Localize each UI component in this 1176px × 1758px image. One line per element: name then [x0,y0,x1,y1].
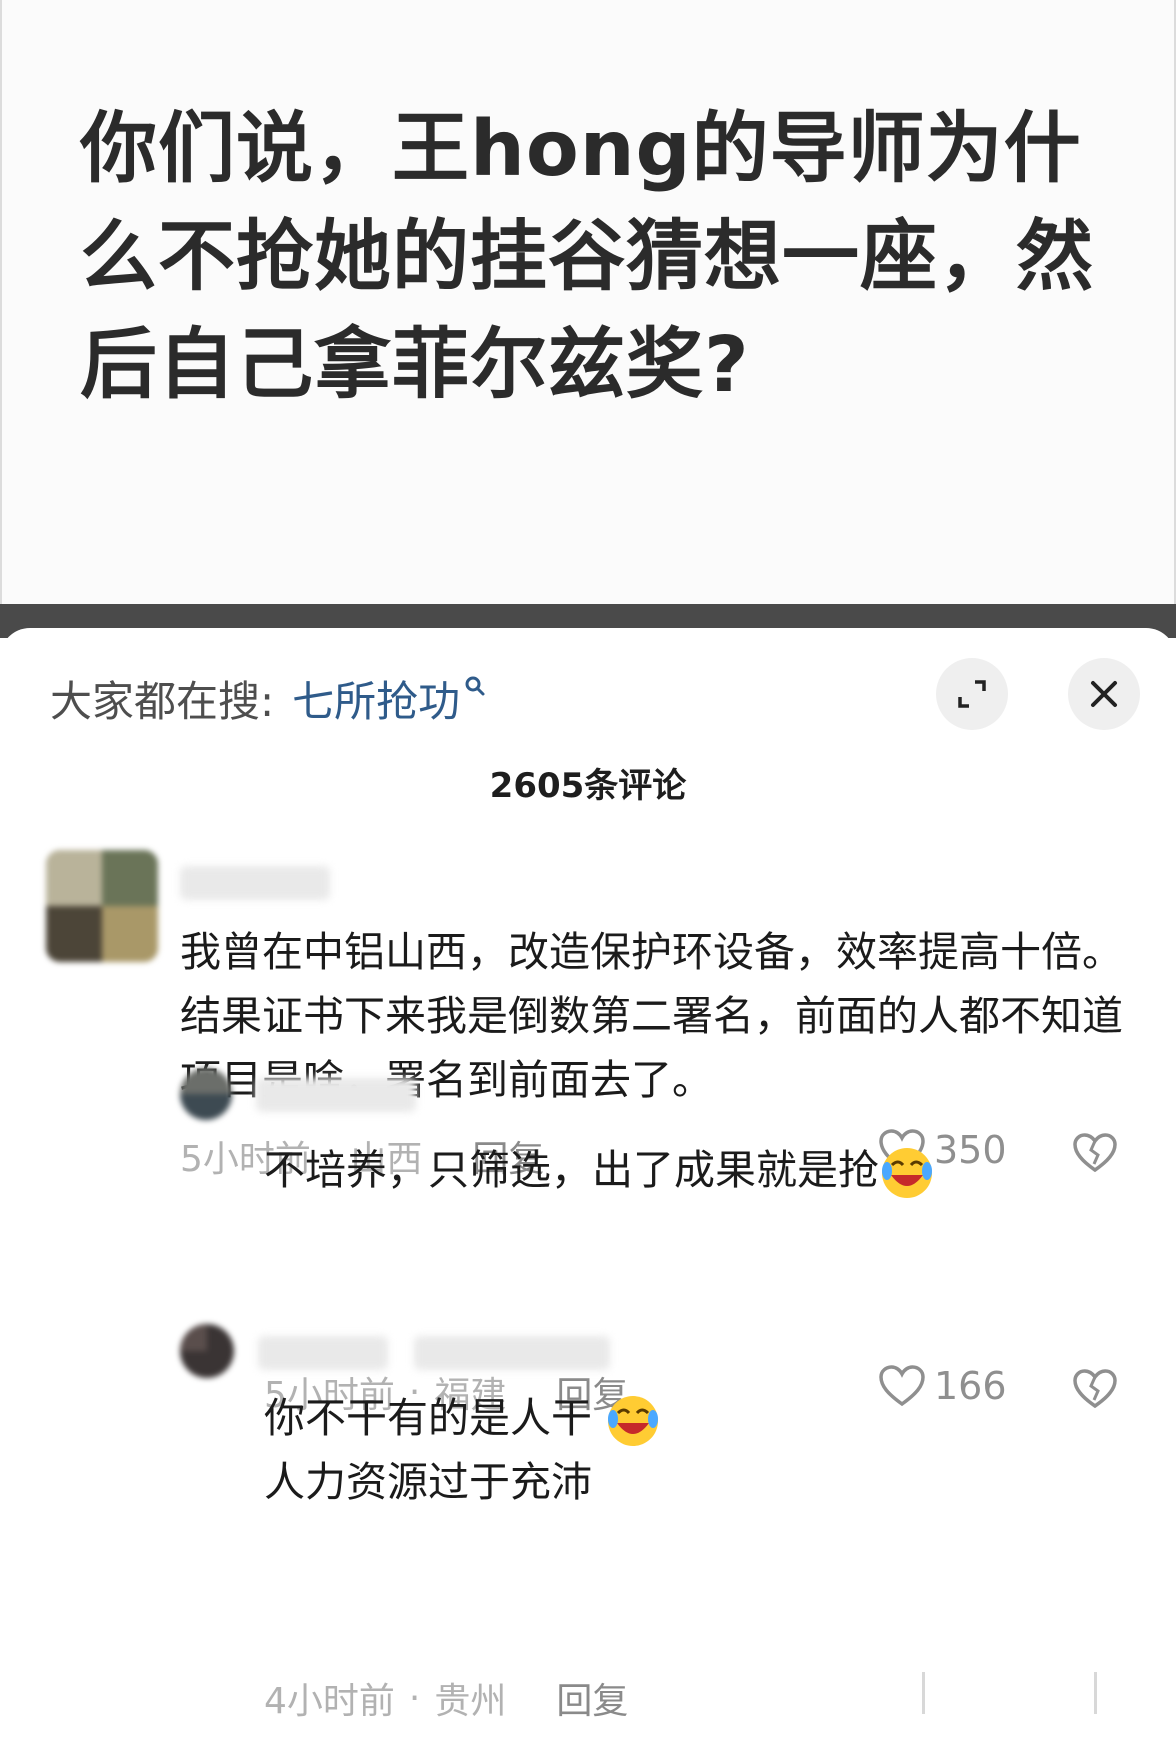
search-term-link[interactable]: 七所抢功 [292,668,460,729]
laughing-crying-emoji [608,1396,659,1446]
reply-text-body: 不培养，只筛选，出了成果就是抢 [264,1146,879,1194]
reply-time: 4小时前 [264,1681,395,1722]
close-icon [1091,681,1117,707]
post-card: 你们说，王hong的导师为什么不抢她的挂谷猜想一座，然后自己拿菲尔兹奖? [0,0,1176,606]
separator: · [408,1677,421,1719]
reply-text-line: 人力资源过于充沛 [264,1458,592,1506]
comment-count: 2605条评论 [489,766,687,806]
comment-sheet: 大家都在搜: 七所抢功 2605条评论 我曾在中铝山西，改造保护环设备，效率提高… [0,628,1176,1758]
expand-button[interactable] [936,658,1008,730]
username[interactable] [258,1336,388,1370]
scroll-indicator [922,1672,925,1714]
username[interactable] [256,1078,416,1112]
reply-location: 贵州 [434,1681,507,1722]
expand-icon [958,680,986,708]
avatar[interactable] [46,850,158,962]
reply-meta: 4小时前 · 贵州 回复 [264,1672,628,1724]
close-button[interactable] [1068,658,1140,730]
post-title: 你们说，王hong的导师为什么不抢她的挂谷猜想一座，然后自己拿菲尔兹奖? [80,105,1094,410]
laughing-crying-emoji [882,1148,932,1198]
username-tag [414,1336,610,1370]
reply-text: 你不干有的是人干 人力资源过于充沛 [264,1386,1124,1514]
reply-text: 不培养，只筛选，出了成果就是抢 [264,1138,1124,1202]
search-icon [465,676,485,696]
reply-button[interactable]: 回复 [556,1672,628,1724]
scroll-indicator [1094,1672,1097,1714]
avatar[interactable] [180,1324,234,1378]
search-label: 大家都在搜: [50,676,275,726]
reply-text-line: 你不干有的是人干 [264,1386,1124,1450]
avatar[interactable] [180,1068,232,1120]
username[interactable] [180,866,330,900]
trending-search: 大家都在搜: 七所抢功 [50,668,486,728]
